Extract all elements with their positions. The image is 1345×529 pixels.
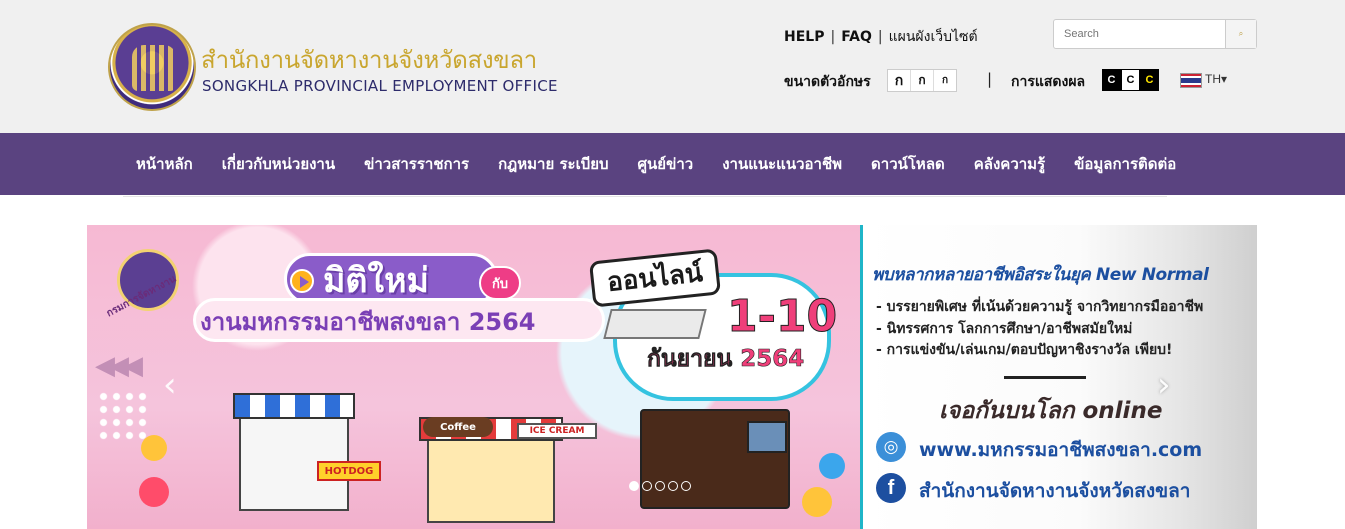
nav-item-home[interactable]: หน้าหลัก [136,152,193,176]
site-header: สำนักงานจัดหางานจังหวัดสงขลา SONGKHLA PR… [0,0,1345,133]
headline-with: กับ [479,266,521,300]
arrows-decoration-icon: ◀◀◀ [95,351,143,381]
nav-item-knowledge[interactable]: คลังความรู้ [974,152,1045,176]
nav-item-news[interactable]: ข่าวสารราชการ [364,152,469,176]
language-selector[interactable]: TH▾ [1205,72,1227,86]
play-icon [290,269,314,293]
icecream-sign: ICE CREAM [517,423,597,439]
carousel-indicator[interactable] [655,481,665,491]
truck-window [747,421,787,453]
font-size-large-button[interactable]: ก [888,70,911,91]
display-mode-label: การแสดงผล [1011,74,1086,90]
carousel-indicators [629,481,691,491]
panel-item: - การแข่งขัน/เล่นเกม/ตอบปัญหาชิงรางวัล เ… [876,342,1173,358]
stall-awning [233,393,355,419]
coffee-sign: Coffee [423,417,493,437]
language-current: TH [1205,72,1221,86]
contrast-yellow-button[interactable]: C [1140,69,1159,91]
help-link[interactable]: HELP [784,29,824,45]
carousel-indicator[interactable] [629,481,639,491]
ministry-logo-icon[interactable] [108,23,196,111]
contrast-selector: C C C [1102,69,1159,91]
event-month: กันยายน 2564 [647,346,805,373]
dots-decoration [97,390,149,442]
nav-item-contact[interactable]: ข้อมูลการติดต่อ [1074,152,1176,176]
contrast-light-button[interactable]: C [1121,69,1140,91]
laptop-icon [603,309,707,339]
font-size-label: ขนาดตัวอักษร [784,74,871,90]
panel-rule [1004,376,1086,379]
org-name-en: SONGKHLA PROVINCIAL EMPLOYMENT OFFICE [202,77,558,95]
panel-item: - บรรยายพิเศษ ที่เน้นด้วยความรู้ จากวิทย… [876,299,1204,315]
website-text: www.มหกรรมอาชีพสงขลา.com [919,439,1203,461]
facebook-text: สำนักงานจัดหางานจังหวัดสงขลา [919,480,1191,502]
nav-item-laws[interactable]: กฎหมาย ระเบียบ [498,152,608,176]
coffee-stall [427,433,555,523]
emoji-icon [802,487,832,517]
carousel-prev-button[interactable]: ‹ [163,365,177,405]
main-nav: หน้าหลัก เกี่ยวกับหน่วยงาน ข่าวสารราชการ… [0,133,1345,195]
faq-link[interactable]: FAQ [841,29,872,45]
emoji-icon [141,435,167,461]
top-links: HELP | FAQ | แผนผังเว็บไซต์ [784,26,978,48]
org-name-th: สำนักงานจัดหางานจังหวัดสงขลา [201,46,537,74]
font-size-selector: ก ก ก [887,69,957,92]
panel-item: - นิทรรศการ โลกการศึกษา/อาชีพสมัยใหม่ [876,321,1133,337]
panel-title: พบหลากหลายอาชีพอิสระในยุค New Normal [872,265,1209,285]
heart-icon [139,477,169,507]
like-icon [819,453,845,479]
nav-item-download[interactable]: ดาวน์โหลด [871,152,945,176]
search-input[interactable] [1054,20,1225,48]
search-box: ⌕ [1053,19,1257,49]
sitemap-link[interactable]: แผนผังเว็บไซต์ [889,26,978,48]
font-size-small-button[interactable]: ก [934,70,956,91]
thai-flag-icon[interactable] [1180,73,1202,88]
font-size-medium-button[interactable]: ก [911,70,934,91]
meet-online-text: เจอกันบนโลก online [939,398,1163,424]
chevron-down-icon: ▾ [1221,72,1228,86]
event-dates: 1-10 [726,291,838,343]
nav-item-career-guidance[interactable]: งานแนะแนวอาชีพ [722,152,842,176]
carousel-indicator[interactable] [668,481,678,491]
banner-carousel[interactable]: กรมการจัดหางาน มิติใหม่ กับ งานมหกรรมอาช… [87,225,1257,529]
nav-item-about[interactable]: เกี่ยวกับหน่วยงาน [222,152,335,176]
carousel-indicator[interactable] [681,481,691,491]
carousel-next-button[interactable]: › [1157,365,1171,405]
link-separator: | [830,29,836,45]
facebook-icon: f [876,473,906,503]
link-separator: | [877,29,883,45]
nav-divider [123,196,1167,197]
carousel-indicator[interactable] [642,481,652,491]
event-title: งานมหกรรมอาชีพสงขลา 2564 [200,308,536,336]
separator: | [987,70,993,88]
hotdog-sign: HOTDOG [317,461,381,481]
nav-item-news-center[interactable]: ศูนย์ข่าว [638,152,694,176]
contrast-dark-button[interactable]: C [1102,69,1121,91]
search-icon: ⌕ [1238,29,1244,38]
globe-icon: ◎ [876,432,906,462]
search-button[interactable]: ⌕ [1225,20,1256,48]
